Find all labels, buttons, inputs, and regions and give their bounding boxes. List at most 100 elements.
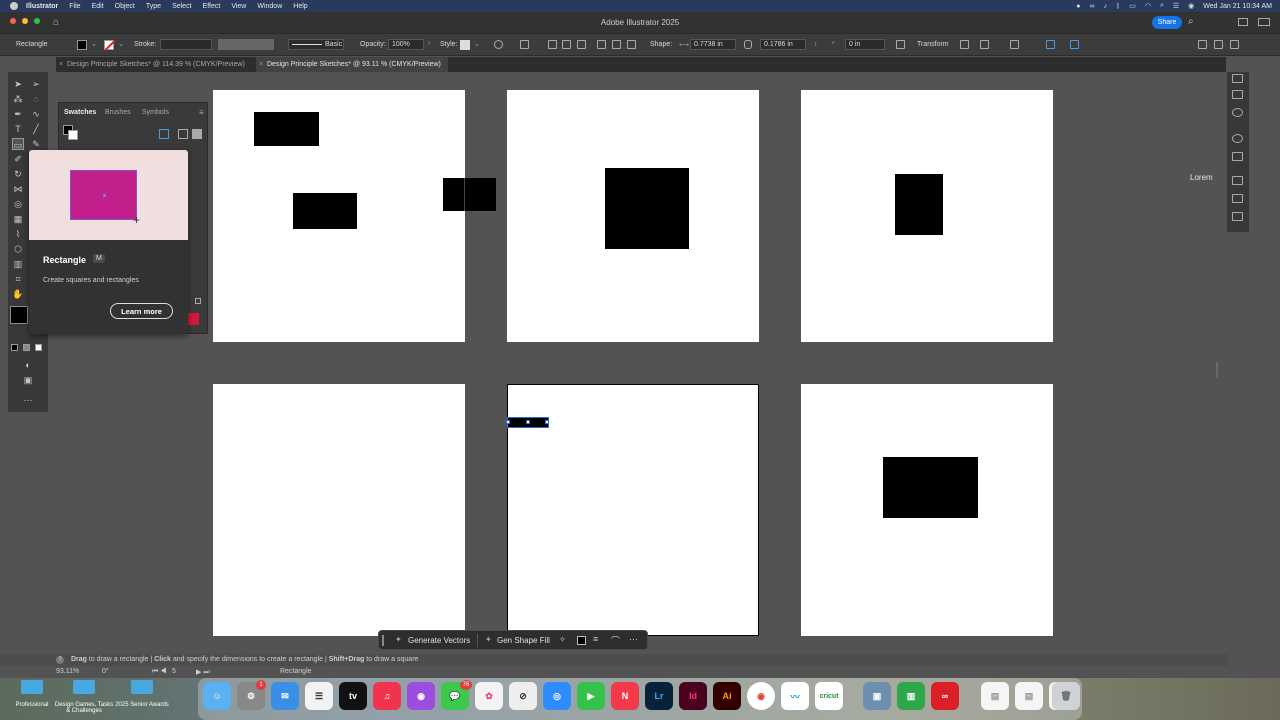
chrome-icon[interactable]: ◉ (747, 682, 775, 710)
menu-object[interactable]: Object (115, 3, 135, 10)
menu-window[interactable]: Window (257, 3, 282, 10)
menu-help[interactable]: Help (293, 3, 307, 10)
draw-mode-icon[interactable]: ◐ (22, 359, 34, 371)
artboard-tool-icon[interactable]: ⌗ (12, 273, 24, 285)
opacity-arrow-icon[interactable]: › (428, 40, 430, 47)
corner-type-icon[interactable]: ⌜ (832, 41, 835, 49)
mail-icon[interactable]: ✉ (271, 682, 299, 710)
record-icon[interactable]: ● (1076, 3, 1080, 10)
panel-tab-swatches[interactable]: Swatches (64, 109, 96, 116)
document-icon[interactable]: ▤ (981, 682, 1009, 710)
illustrator-icon[interactable]: Ai (713, 682, 741, 710)
rotation-view[interactable]: 0° (102, 668, 109, 675)
align-top-icon[interactable] (597, 40, 606, 49)
shape-builder-tool-icon[interactable]: ◎ (12, 198, 24, 210)
help-icon[interactable]: ? (56, 656, 64, 664)
asset-export-panel-icon[interactable] (1232, 212, 1243, 221)
graph-tool-icon[interactable]: ▥ (12, 258, 24, 270)
safari-icon[interactable]: ⊘ (509, 682, 537, 710)
zoom-icon[interactable]: ◎ (543, 682, 571, 710)
share-button[interactable]: Share (1152, 16, 1182, 29)
corner-radius-icon[interactable]: ⌒ (611, 634, 620, 647)
preview-icon[interactable]: ▣ (863, 682, 891, 710)
color-swatch-red[interactable] (187, 313, 199, 325)
artboard-2[interactable] (507, 90, 759, 342)
bluetooth-icon[interactable]: ᛒ (1116, 3, 1120, 10)
arrange-documents-icon[interactable] (1238, 18, 1248, 26)
menu-select[interactable]: Select (172, 3, 191, 10)
perspective-grid-tool-icon[interactable]: ▦ (12, 213, 24, 225)
quick-actions-icon[interactable] (1070, 40, 1079, 49)
line-tool-icon[interactable]: ╱ (30, 123, 42, 135)
lasso-tool-icon[interactable]: ◌ (30, 93, 42, 105)
stroke-color-swatch[interactable] (104, 40, 116, 51)
color-mode-icon[interactable] (11, 344, 18, 351)
lorem-text[interactable]: Lorem (1190, 173, 1213, 182)
artboard-5-active[interactable] (506, 384, 759, 636)
menu-effect[interactable]: Effect (203, 3, 221, 10)
stroke-options-icon[interactable]: ≡ (593, 634, 598, 644)
artboard-nav-prev-icon[interactable]: ⏮ ◀ (152, 668, 167, 676)
pen-tool-icon[interactable]: ✒ (12, 108, 24, 120)
fill-dropdown-icon[interactable]: ⌄ (91, 40, 97, 48)
learn-more-button[interactable]: Learn more (110, 303, 173, 319)
search-menu-icon[interactable]: ⌕ (1160, 2, 1164, 10)
align-center-icon[interactable] (562, 40, 571, 49)
black-rectangle[interactable] (254, 112, 319, 146)
swatch-library-icon[interactable] (195, 298, 201, 304)
shape-label[interactable]: Shape: (650, 41, 672, 48)
apple-tv-icon[interactable]: tv (339, 682, 367, 710)
drag-handle-icon[interactable] (382, 635, 384, 646)
cricut-icon[interactable]: cricut (815, 682, 843, 710)
freeform-icon[interactable]: 〰 (781, 682, 809, 710)
magic-wand-tool-icon[interactable]: ⁂ (12, 93, 24, 105)
none-mode-icon[interactable] (35, 344, 42, 351)
close-tab-icon[interactable]: × (259, 57, 263, 72)
lightroom-icon[interactable]: Lr (645, 682, 673, 710)
generate-vectors-button[interactable]: Generate Vectors (408, 636, 470, 645)
artboard-number[interactable]: 5 (172, 668, 176, 675)
desktop-folder-label[interactable]: Design Games, Tasks & Challenges (54, 702, 114, 714)
transform-icon[interactable] (896, 40, 905, 49)
brush-definition-field[interactable]: Basic (288, 39, 344, 50)
blend-tool-icon[interactable]: ⬡ (12, 243, 24, 255)
shape-height-field[interactable]: 0.1786 in (760, 39, 806, 50)
gen-shape-fill-button[interactable]: Gen Shape Fill (497, 636, 550, 645)
document-tab-2[interactable]: × Design Principle Sketches* @ 93.11 % (… (256, 57, 448, 72)
panel-tab-symbols[interactable]: Symbols (142, 109, 169, 116)
graphic-styles-panel-icon[interactable] (1232, 152, 1243, 161)
layers-panel-icon[interactable] (1232, 176, 1243, 185)
panel-tab-brushes[interactable]: Brushes (105, 109, 131, 116)
screen-mode-icon[interactable]: ▣ (22, 374, 34, 386)
folder-icon[interactable] (131, 680, 153, 694)
paintbrush-tool-icon[interactable]: ✎ (30, 138, 42, 150)
isolate-selection-icon[interactable] (1010, 40, 1019, 49)
menu-illustrator[interactable]: Illustrator (26, 3, 58, 10)
opacity-label[interactable]: Opacity: (360, 41, 386, 48)
artboard-6[interactable] (801, 384, 1053, 636)
rotate-tool-icon[interactable]: ↻ (12, 168, 24, 180)
corner-radius-field[interactable]: 0 in (845, 39, 885, 50)
transform-label[interactable]: Transform (917, 41, 949, 48)
menu-edit[interactable]: Edit (92, 3, 104, 10)
black-rectangle[interactable] (293, 193, 357, 229)
workspace-switcher-icon[interactable] (1258, 18, 1270, 26)
desktop-folder-label[interactable]: 2025 Senior Awards (112, 702, 172, 708)
creative-cloud-icon[interactable]: ∞ (931, 682, 959, 710)
align-to-selection-icon[interactable] (520, 40, 529, 49)
black-square[interactable] (605, 168, 689, 249)
stroke-dropdown-icon[interactable]: ⌄ (118, 40, 124, 48)
rectangle-tool-icon[interactable]: ▭ (12, 138, 24, 150)
shape-width-field[interactable]: 0.7738 in (690, 39, 736, 50)
menu-type[interactable]: Type (146, 3, 161, 10)
recolor-icon[interactable]: ✧ (559, 635, 566, 644)
libraries-panel-icon[interactable] (1232, 90, 1243, 99)
artboards-panel-icon[interactable] (1232, 194, 1243, 203)
stroke-weight-field[interactable] (160, 39, 212, 50)
sound-icon[interactable]: ♪ (1104, 3, 1108, 10)
selection-handle[interactable] (526, 420, 530, 424)
more-options-icon[interactable]: ⋯ (629, 634, 638, 645)
vertical-scrollbar[interactable] (1216, 362, 1218, 378)
canvas[interactable]: Lorem (48, 72, 1218, 657)
close-tab-icon[interactable]: × (59, 57, 63, 72)
